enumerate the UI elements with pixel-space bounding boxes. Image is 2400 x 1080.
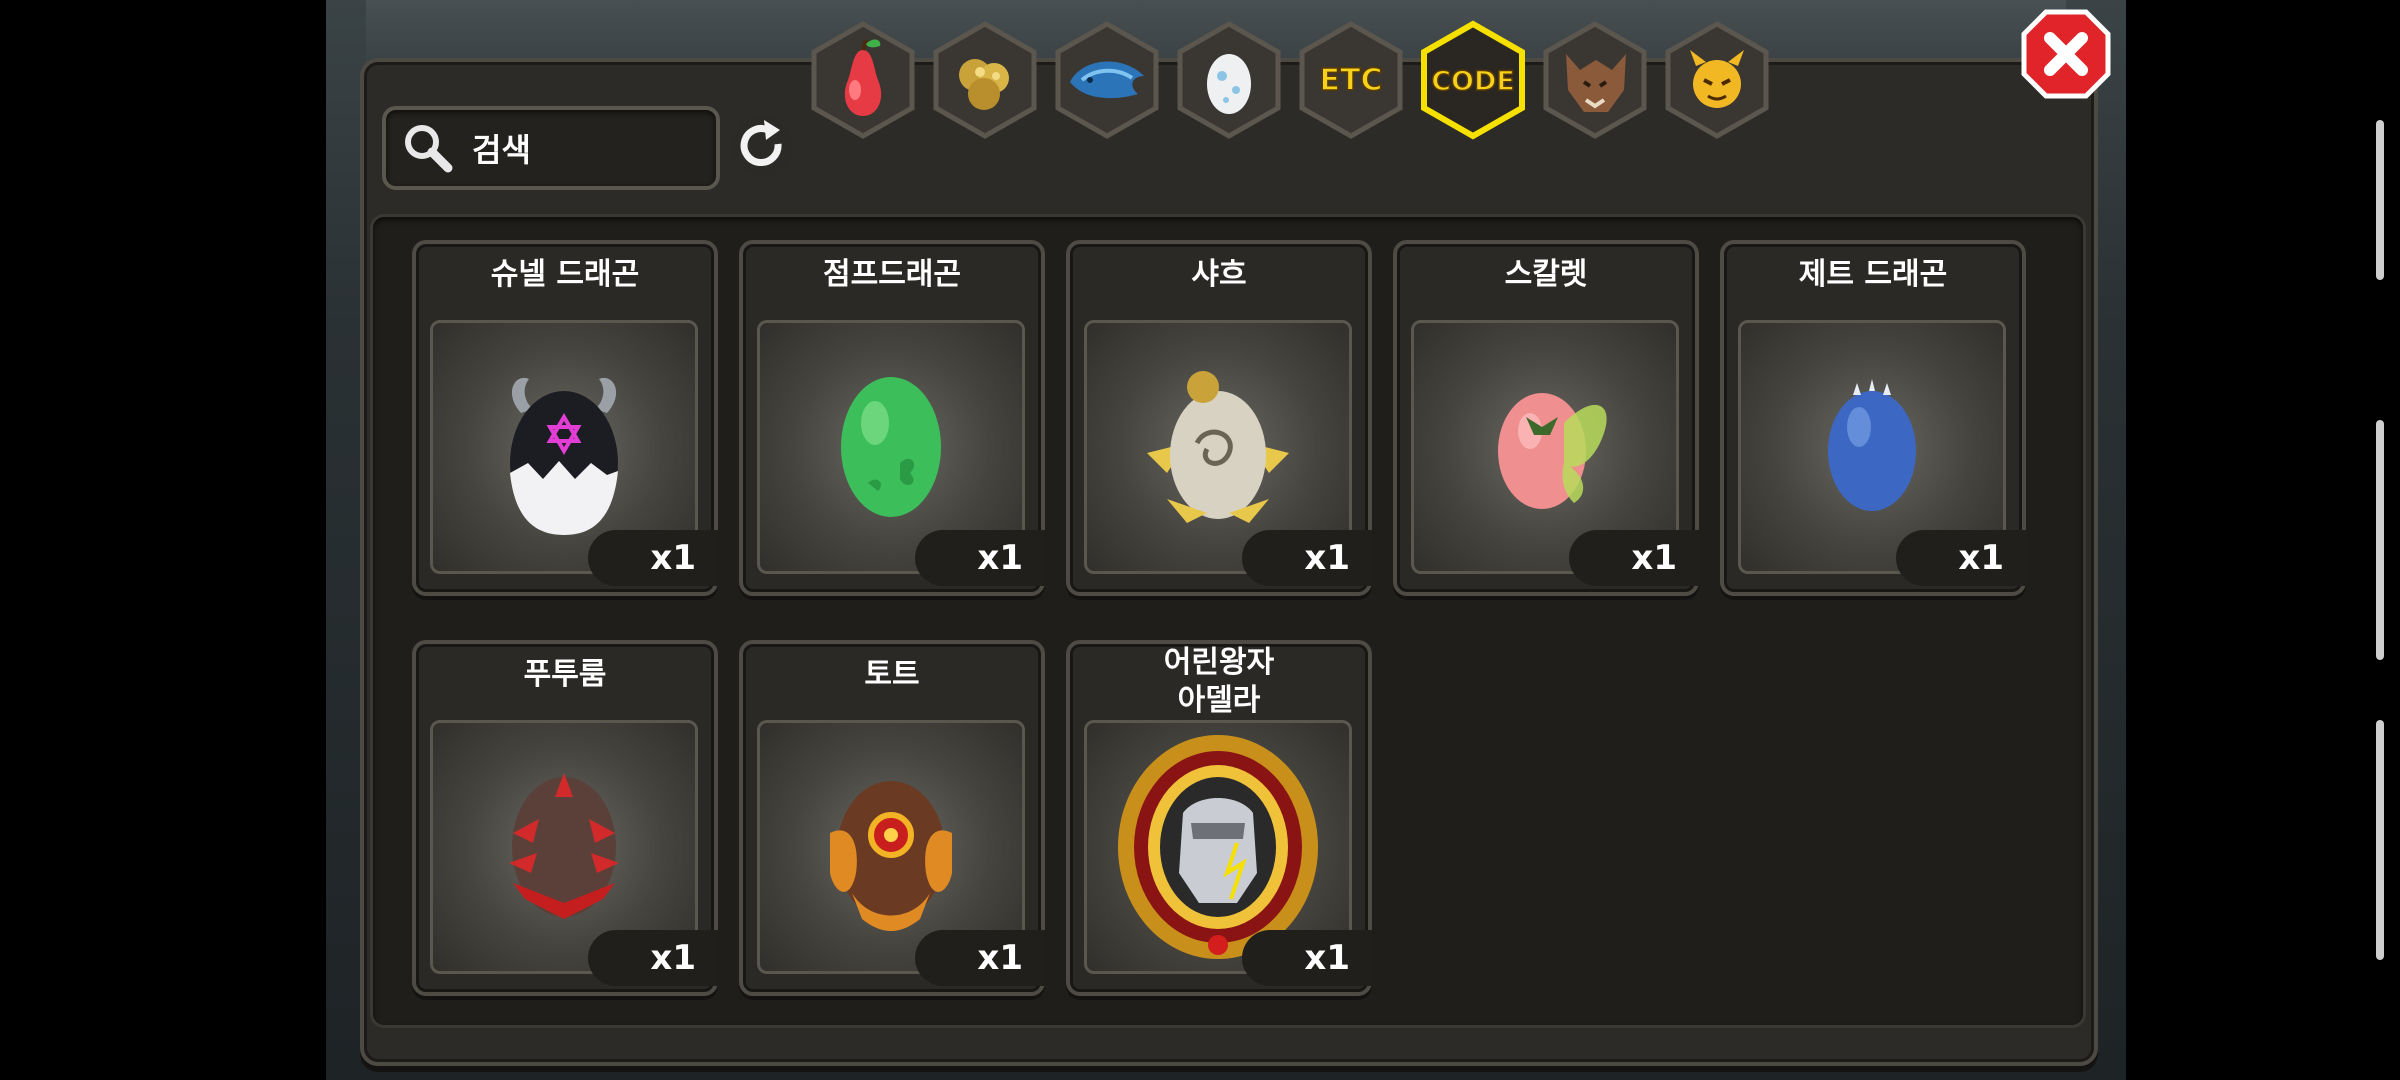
item-card[interactable]: 슈넬 드래곤 x1: [412, 240, 718, 596]
tab-creature[interactable]: [1052, 20, 1162, 140]
item-name: 제트 드래곤: [1798, 257, 1948, 292]
scroll-indicator: [2376, 420, 2384, 660]
search-icon: [405, 125, 453, 173]
item-quantity: x1: [1242, 930, 1372, 986]
item-card[interactable]: 점프드래곤 x1: [739, 240, 1045, 596]
item-quantity: x1: [588, 530, 718, 586]
item-card[interactable]: 샤흐 x1: [1066, 240, 1372, 596]
tab-fruit[interactable]: [808, 20, 918, 140]
egg-icon: [1207, 54, 1251, 114]
tab-code-label: CODE: [1431, 66, 1515, 97]
item-quantity: x1: [915, 530, 1045, 586]
search-input[interactable]: 검색: [382, 106, 720, 190]
item-name: 샤흐: [1191, 257, 1247, 292]
item-card[interactable]: 토트 x1: [739, 640, 1045, 996]
tab-etc-label: ETC: [1320, 63, 1383, 98]
tab-material[interactable]: [930, 20, 1040, 140]
item-quantity: x1: [1242, 530, 1372, 586]
item-quantity: x1: [588, 930, 718, 986]
item-name: 어린왕자 아델라: [1163, 645, 1275, 718]
item-name: 푸투룸: [523, 657, 607, 692]
item-card[interactable]: 푸투룸 x1: [412, 640, 718, 996]
item-name: 스칼렛: [1504, 257, 1588, 292]
tab-beast[interactable]: [1540, 20, 1650, 140]
item-name: 슈넬 드래곤: [490, 257, 640, 292]
item-quantity: x1: [1569, 530, 1699, 586]
item-card[interactable]: 제트 드래곤 x1: [1720, 240, 2026, 596]
tab-code[interactable]: CODE: [1418, 20, 1528, 140]
item-quantity: x1: [1896, 530, 2026, 586]
search-placeholder: 검색: [472, 131, 531, 169]
item-card[interactable]: 스칼렛 x1: [1393, 240, 1699, 596]
item-quantity: x1: [915, 930, 1045, 986]
item-name: 점프드래곤: [823, 257, 961, 292]
item-card[interactable]: 어린왕자 아델라 x1: [1066, 640, 1372, 996]
tab-pet[interactable]: [1662, 20, 1772, 140]
tab-egg[interactable]: [1174, 20, 1284, 140]
scroll-indicator: [2376, 720, 2384, 960]
close-button[interactable]: [2020, 8, 2112, 100]
close-icon: [2021, 9, 2111, 99]
refresh-icon[interactable]: [730, 114, 794, 178]
item-name: 토트: [864, 657, 920, 692]
scroll-indicator: [2376, 120, 2384, 280]
tab-etc[interactable]: ETC: [1296, 20, 1406, 140]
